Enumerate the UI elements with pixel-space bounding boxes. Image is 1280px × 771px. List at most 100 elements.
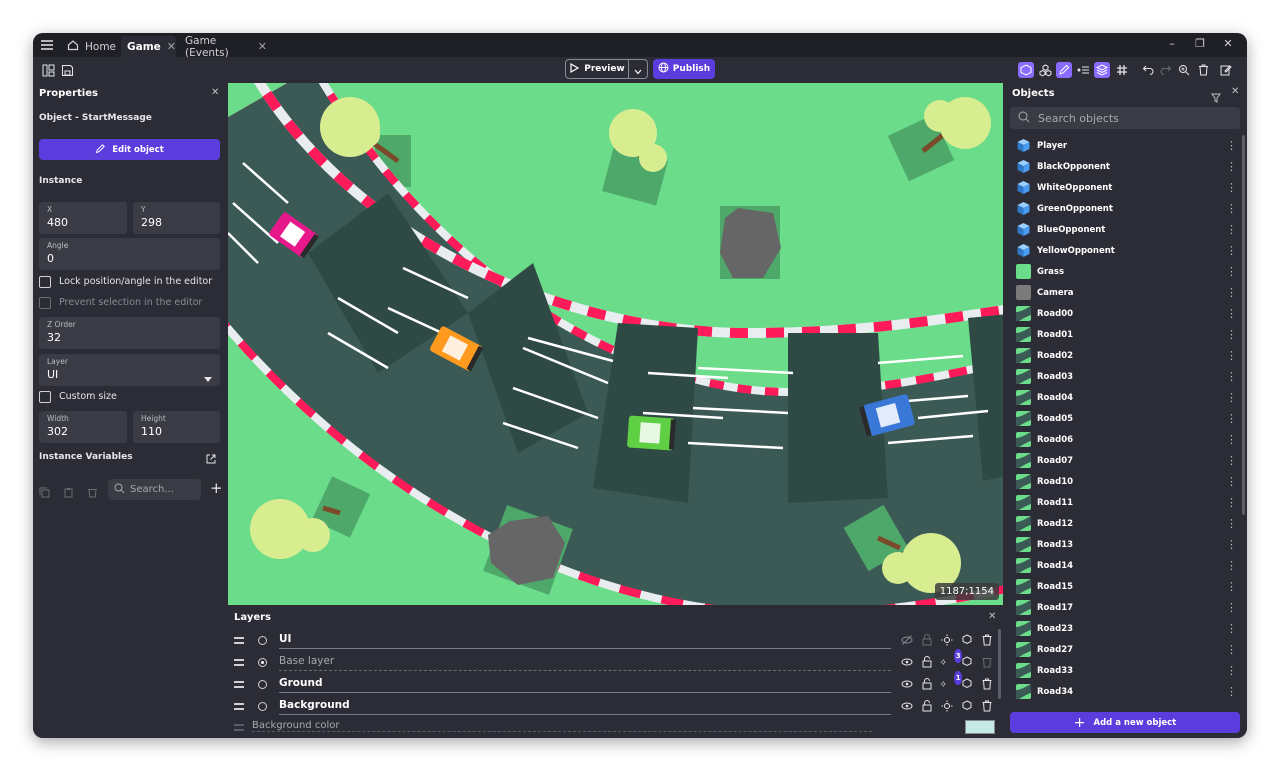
object-list-item[interactable]: Road00 ⋮ — [1016, 303, 1237, 324]
objects-search-input[interactable]: Search objects — [1010, 107, 1240, 129]
trash-icon[interactable] — [980, 655, 994, 669]
tab-game-events[interactable]: Game (Events) ✕ — [179, 35, 273, 59]
save-icon[interactable] — [59, 62, 75, 78]
close-layers-icon[interactable]: ✕ — [988, 611, 996, 622]
object-list-item[interactable]: GreenOpponent ⋮ — [1016, 198, 1237, 219]
edit-object-button[interactable]: Edit object — [39, 139, 220, 160]
more-options-icon[interactable]: ⋮ — [1226, 665, 1237, 676]
object-list-item[interactable]: Road06 ⋮ — [1016, 429, 1237, 450]
trash-icon[interactable] — [980, 699, 994, 713]
preview-button[interactable]: Preview — [565, 59, 629, 79]
more-options-icon[interactable]: ⋮ — [1226, 245, 1237, 256]
object-list-item[interactable]: Road33 ⋮ — [1016, 660, 1237, 681]
3d-settings-icon[interactable] — [960, 633, 974, 647]
publish-button[interactable]: Publish — [653, 59, 715, 79]
layer-radio[interactable] — [258, 680, 267, 689]
layer-name[interactable]: Base layer — [279, 655, 891, 671]
object-list-item[interactable]: BlackOpponent ⋮ — [1016, 156, 1237, 177]
close-window-icon[interactable]: ✕ — [1218, 35, 1238, 53]
object-list-item[interactable]: WhiteOpponent ⋮ — [1016, 177, 1237, 198]
more-options-icon[interactable]: ⋮ — [1226, 308, 1237, 319]
close-objects-icon[interactable]: ✕ — [1231, 86, 1239, 97]
add-variable-icon[interactable]: + — [210, 481, 223, 496]
more-options-icon[interactable]: ⋮ — [1226, 455, 1237, 466]
more-options-icon[interactable]: ⋮ — [1226, 329, 1237, 340]
variables-search-input[interactable]: Search... — [108, 479, 201, 500]
object-list-item[interactable]: Road12 ⋮ — [1016, 513, 1237, 534]
lock-icon[interactable] — [920, 633, 934, 647]
prevent-selection-checkbox[interactable] — [39, 297, 51, 309]
layer-row-ground[interactable]: Ground 1 — [228, 671, 1003, 696]
object-list-item[interactable]: Road10 ⋮ — [1016, 471, 1237, 492]
minimize-icon[interactable]: – — [1162, 35, 1182, 53]
objects-scrollbar[interactable] — [1242, 135, 1245, 515]
x-field[interactable]: X 480 — [39, 202, 127, 234]
more-options-icon[interactable]: ⋮ — [1226, 392, 1237, 403]
angle-field[interactable]: Angle 0 — [39, 238, 220, 270]
restore-icon[interactable]: ❐ — [1190, 35, 1210, 53]
object-list-item[interactable]: Road03 ⋮ — [1016, 366, 1237, 387]
more-options-icon[interactable]: ⋮ — [1226, 497, 1237, 508]
trash-icon[interactable] — [87, 483, 98, 502]
object-groups-icon[interactable] — [1037, 62, 1053, 78]
edit-scene-icon[interactable] — [1218, 62, 1234, 78]
object-list-item[interactable]: Road23 ⋮ — [1016, 618, 1237, 639]
grid-icon[interactable] — [1114, 62, 1130, 78]
redo-icon[interactable] — [1158, 62, 1174, 78]
eye-icon[interactable] — [900, 699, 914, 713]
more-options-icon[interactable]: ⋮ — [1226, 350, 1237, 361]
more-options-icon[interactable]: ⋮ — [1226, 560, 1237, 571]
more-options-icon[interactable]: ⋮ — [1226, 602, 1237, 613]
layer-select[interactable]: Layer UI — [39, 354, 220, 386]
more-options-icon[interactable]: ⋮ — [1226, 518, 1237, 529]
copy-icon[interactable] — [39, 483, 50, 502]
layer-name[interactable]: UI — [279, 633, 891, 649]
layer-name[interactable]: Ground — [279, 677, 891, 693]
drag-handle-icon[interactable] — [234, 681, 244, 688]
more-options-icon[interactable]: ⋮ — [1226, 371, 1237, 382]
more-options-icon[interactable]: ⋮ — [1226, 266, 1237, 277]
more-options-icon[interactable]: ⋮ — [1226, 287, 1237, 298]
layer-row-base[interactable]: Base layer 3 — [228, 649, 1003, 674]
drag-handle-icon[interactable] — [234, 659, 244, 666]
object-list-item[interactable]: Road17 ⋮ — [1016, 597, 1237, 618]
scene-canvas[interactable]: 1187;1154 — [228, 83, 1003, 605]
height-field[interactable]: Height 110 — [133, 411, 220, 443]
layer-row-background[interactable]: Background — [228, 697, 1003, 718]
background-color-swatch[interactable] — [965, 720, 995, 734]
delete-icon[interactable] — [1195, 62, 1211, 78]
object-list-item[interactable]: Road27 ⋮ — [1016, 639, 1237, 660]
more-options-icon[interactable]: ⋮ — [1226, 140, 1237, 151]
objects-panel-icon[interactable] — [1018, 62, 1034, 78]
3d-settings-icon[interactable] — [960, 677, 974, 691]
trash-icon[interactable] — [980, 633, 994, 647]
lighting-icon[interactable]: 1 — [940, 671, 962, 691]
z-order-field[interactable]: Z Order 32 — [39, 317, 220, 349]
trash-icon[interactable] — [980, 677, 994, 691]
layers-panel-icon[interactable] — [1094, 62, 1110, 78]
more-options-icon[interactable]: ⋮ — [1226, 413, 1237, 424]
filter-icon[interactable] — [1211, 88, 1221, 107]
preview-options-button[interactable] — [628, 59, 648, 79]
more-options-icon[interactable]: ⋮ — [1226, 476, 1237, 487]
paste-icon[interactable] — [63, 483, 74, 502]
layer-name[interactable]: Background — [279, 699, 891, 715]
object-list-item[interactable]: Road04 ⋮ — [1016, 387, 1237, 408]
object-list-item[interactable]: Road05 ⋮ — [1016, 408, 1237, 429]
more-options-icon[interactable]: ⋮ — [1226, 224, 1237, 235]
close-tab-icon[interactable]: ✕ — [258, 40, 267, 53]
object-list-item[interactable]: Road07 ⋮ — [1016, 450, 1237, 471]
drag-handle-icon[interactable] — [234, 703, 244, 710]
object-list-item[interactable]: BlueOpponent ⋮ — [1016, 219, 1237, 240]
open-external-icon[interactable] — [205, 450, 217, 469]
object-list-item[interactable]: Road02 ⋮ — [1016, 345, 1237, 366]
object-list-item[interactable]: Road13 ⋮ — [1016, 534, 1237, 555]
tab-home[interactable]: Home — [61, 36, 117, 57]
more-options-icon[interactable]: ⋮ — [1226, 182, 1237, 193]
unlock-icon[interactable] — [920, 655, 934, 669]
close-panel-icon[interactable]: ✕ — [211, 87, 219, 98]
layers-scrollbar[interactable] — [998, 629, 1001, 699]
layer-row-ui[interactable]: UI — [228, 631, 1003, 652]
eye-off-icon[interactable] — [900, 633, 914, 647]
more-options-icon[interactable]: ⋮ — [1226, 161, 1237, 172]
